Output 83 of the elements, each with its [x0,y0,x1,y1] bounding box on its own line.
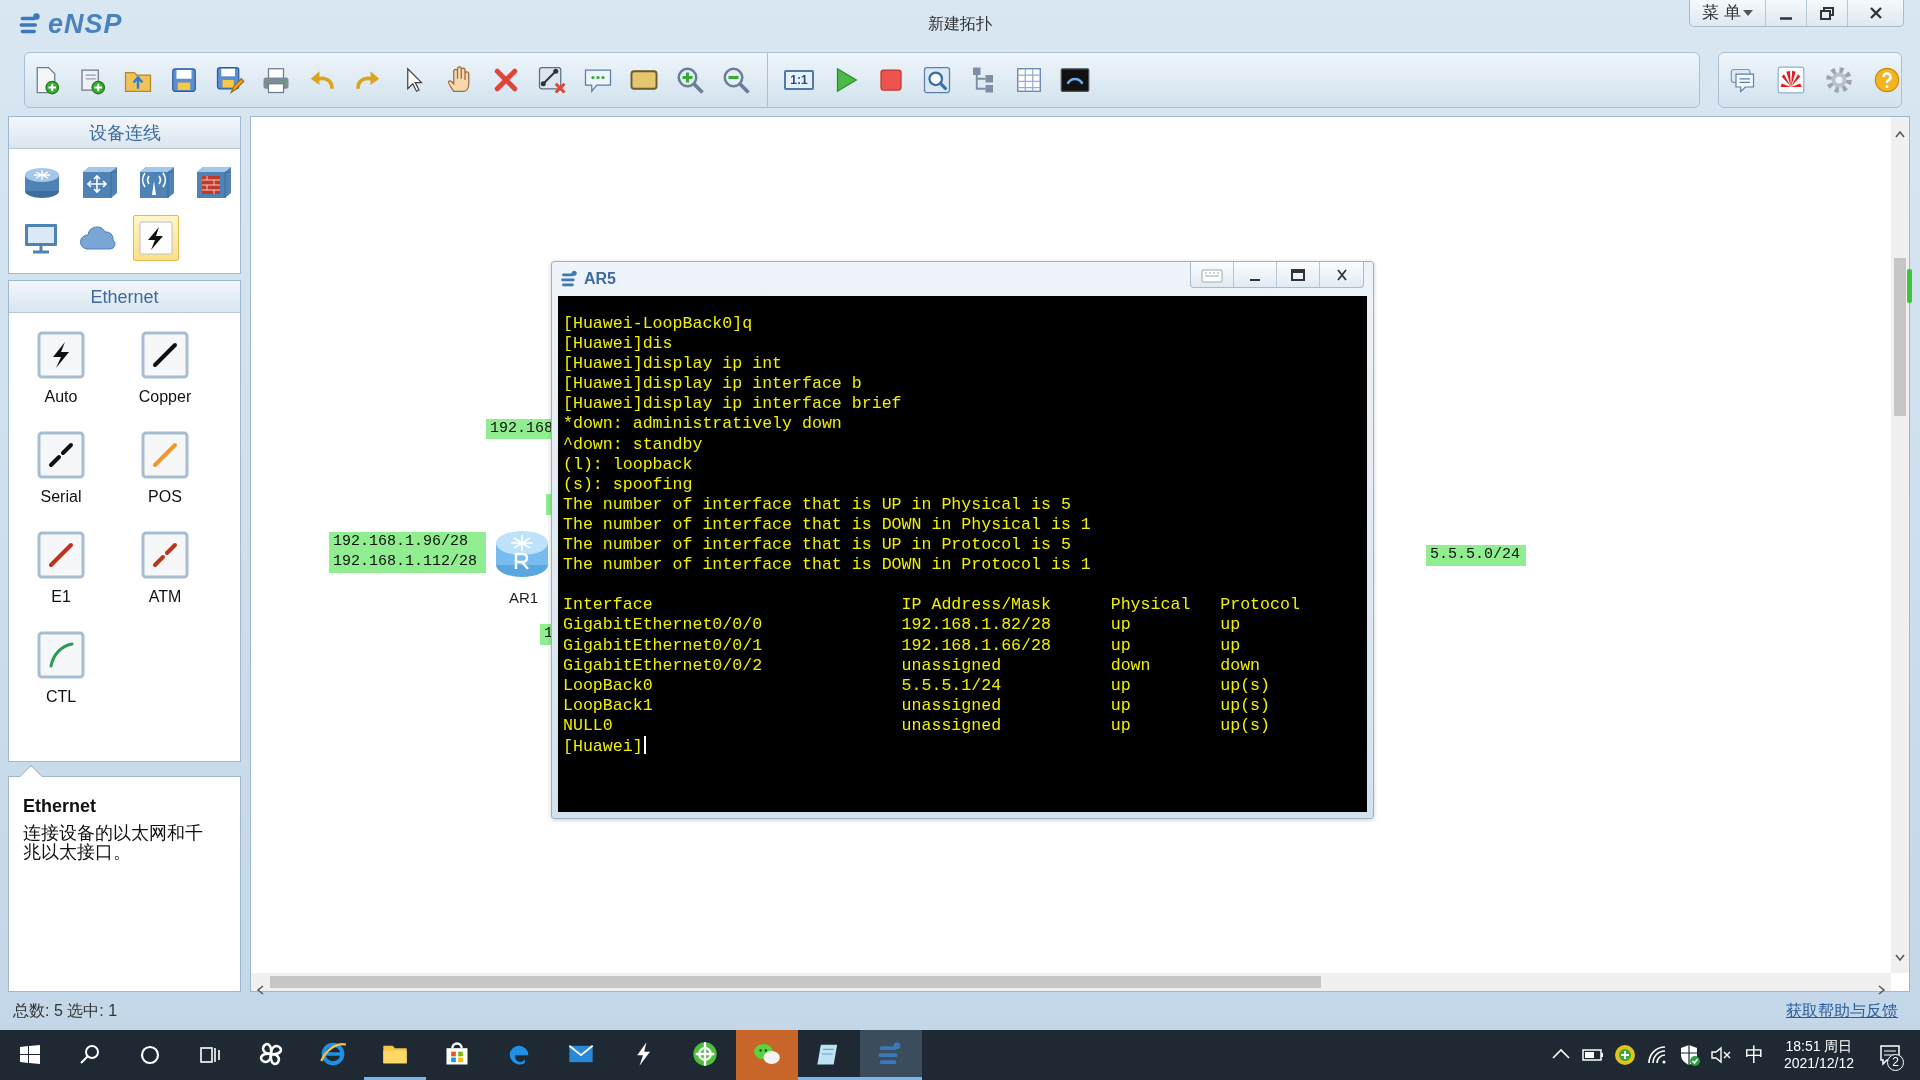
text-cursor [643,735,646,754]
address-label: 192.168.1.96/28 192.168.1.112/28 [329,532,486,573]
terminal-line: [Huawei]display ip interface brief [563,394,903,415]
section-header: 设备连线 [9,117,240,149]
terminal-line: The number of interface that is DOWN in Protocol is 1 [563,555,1092,576]
scroll-up-icon[interactable] [1895,129,1905,138]
console-icon[interactable] [1060,65,1090,95]
cable-type-button[interactable]: Serial [9,431,113,525]
terminal-line: Interface IP Address/Mask Physical Protocol [563,595,1301,616]
window-title: 新建拓扑 [928,14,992,34]
caret-icon [1742,10,1753,16]
terminal-line: (s): spoofing [563,474,694,495]
windows-icon[interactable] [18,1043,42,1067]
clock-time[interactable]: 18:51 周日 [1785,1038,1853,1055]
terminal-line: The number of interface that is UP in Protocol is 5 [563,535,1072,556]
circle-icon[interactable] [138,1043,162,1067]
print-icon[interactable] [261,65,291,95]
save-icon[interactable] [169,65,199,95]
minimize-icon [1779,16,1793,20]
info-description: 连接设备的以太网和千兆以太接口。 [23,824,204,862]
scroll-right-icon[interactable] [1878,984,1886,995]
cable-type-button[interactable]: Copper [113,331,217,425]
window-title: AR5 [584,269,616,289]
terminal-line: [Huawei-LoopBack0]q [563,314,754,335]
zoom-out-icon[interactable] [721,65,751,95]
terminal-line: (l): loopback [563,454,694,475]
help-link[interactable]: 获取帮助与反馈 [1786,999,1898,1023]
actual-size-button[interactable]: 1:1 [784,70,814,90]
logo-icon [560,269,580,289]
section-header: Ethernet [9,281,240,313]
terminal-line: NULL0 unassigned up up(s) [563,715,1271,736]
add-circle-icon[interactable] [1612,1043,1637,1067]
notification-count: 2 [1887,1054,1904,1071]
save-as-icon[interactable] [215,65,245,95]
notification-icon[interactable] [1878,1043,1902,1067]
keyboard-icon [1201,266,1223,283]
terminal-line: GigabitEthernet0/0/0 192.168.1.82/28 up up [563,615,1242,636]
app-name: eNSP [48,7,123,41]
terminal-line: LoopBack1 unassigned up up(s) [563,695,1271,716]
scrollbar-thumb[interactable] [270,976,1321,988]
cable-type-button[interactable]: POS [113,431,217,525]
curve-icon [37,631,85,679]
scroll-left-icon[interactable] [256,984,264,995]
scrollbar-thumb[interactable] [1894,258,1906,416]
restore-icon [1820,6,1834,20]
fan-logo-icon[interactable] [1777,66,1805,94]
chat-icon[interactable] [1729,66,1757,94]
terminal-line: The number of interface that is UP in Physical is 5 [563,494,1072,515]
zoom-in-icon[interactable] [675,65,705,95]
terminal-line: *down: administratively down [563,414,843,435]
device-category-button[interactable] [133,215,179,261]
close-icon [1335,268,1348,281]
capture-icon[interactable] [922,65,952,95]
terminal-line: ^down: standby [563,434,704,455]
delete-link-icon[interactable] [537,65,567,95]
globe-icon [691,1039,719,1068]
terminal-line: [Huawei]display ip interface b [563,374,863,395]
input-method-indicator[interactable]: 中 [1740,1040,1768,1070]
clock-date[interactable]: 2021/12/12 [1783,1055,1854,1072]
maximize-icon [1291,268,1305,281]
cable-type-button[interactable]: CTL [9,631,113,725]
status-summary: 总数: 5 选中: 1 [13,1001,118,1021]
terminal-line: GigabitEthernet0/0/2 unassigned down down [563,655,1262,676]
address-label: 5.5.5.0/24 [1426,545,1526,566]
scroll-down-icon[interactable] [1895,953,1905,962]
bolt-icon [37,331,85,379]
terminal-line: GigabitEthernet0/0/1 192.168.1.66/28 up up [563,635,1242,656]
help-icon[interactable] [1873,66,1901,94]
terminal-line: [Huawei] [563,736,643,756]
cable-type-button[interactable]: Auto [9,331,113,425]
info-title: Ethernet [23,795,97,818]
table-icon[interactable] [1014,65,1044,95]
close-icon [1868,6,1883,20]
terminal-line: LoopBack0 5.5.5.1/24 up up(s) [563,675,1271,696]
terminal-line: [Huawei]display ip int [563,354,784,375]
terminal-line: [Huawei]dis [563,334,674,355]
device-label: AR1 [509,588,539,608]
terminal-line: The number of interface that is DOWN in Physical is 1 [563,514,1092,536]
vertical-scrollbar[interactable] [1891,117,1909,973]
cable-type-button[interactable]: ATM [113,531,217,625]
bolt-icon [136,218,176,258]
cable-type-button[interactable]: E1 [9,531,113,625]
minimize-icon [1249,278,1261,281]
